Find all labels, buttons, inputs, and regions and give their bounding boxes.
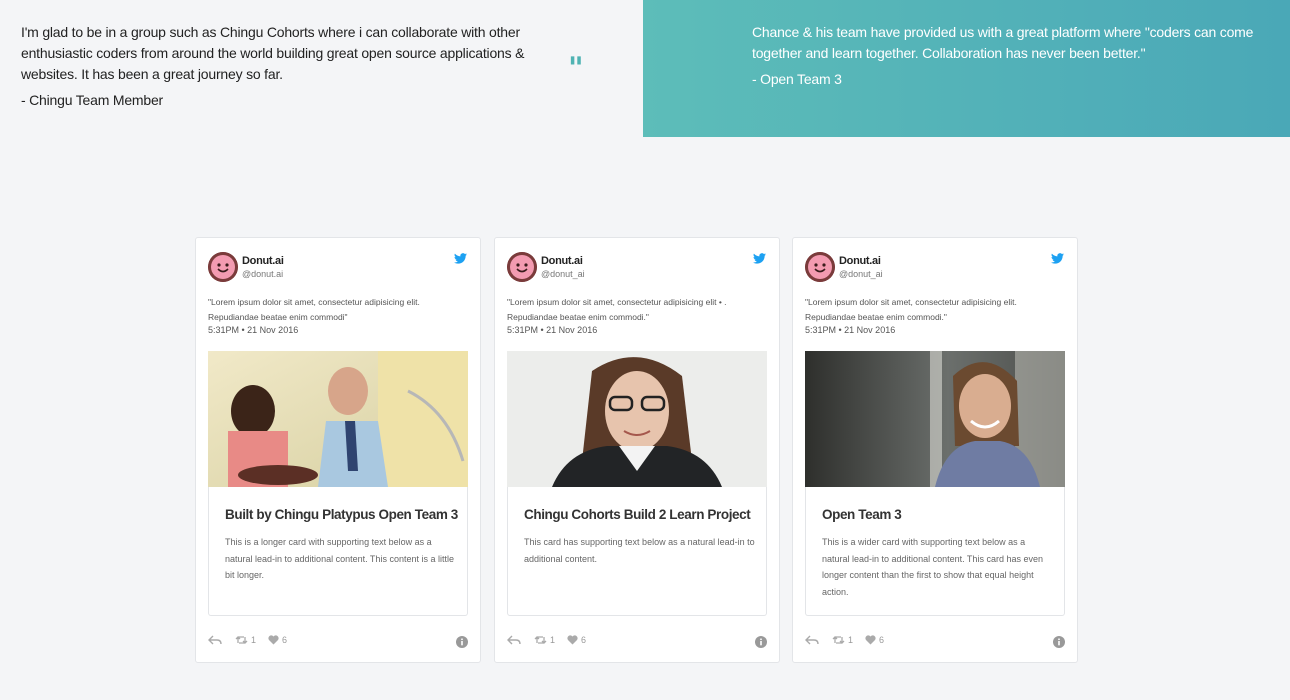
heart-icon xyxy=(567,635,578,645)
tweet-text: "Lorem ipsum dolor sit amet, consectetur… xyxy=(507,297,727,322)
testimonial-right: Chance & his team have provided us with … xyxy=(643,0,1290,137)
reply-icon xyxy=(208,635,222,645)
like-count: 6 xyxy=(282,635,288,645)
tweet-card: Donut.ai @donut.ai "Lorem ipsum dolor si… xyxy=(195,237,481,663)
tweet-timestamp[interactable]: 5:31PM • 21 Nov 2016 xyxy=(805,325,895,335)
retweet-button[interactable]: 1 xyxy=(235,635,256,645)
card-content: Built by Chingu Platypus Open Team 3 Thi… xyxy=(208,487,468,616)
info-icon xyxy=(456,636,468,648)
card-text: This card has supporting text below as a… xyxy=(524,537,755,564)
card-title[interactable]: Chingu Cohorts Build 2 Learn Project xyxy=(524,507,751,522)
reply-button[interactable] xyxy=(805,635,819,645)
info-button[interactable] xyxy=(1053,636,1065,648)
heart-icon xyxy=(268,635,279,645)
testimonial-author: - Chingu Team Member xyxy=(21,92,164,108)
like-count: 6 xyxy=(581,635,587,645)
twitter-icon[interactable] xyxy=(1051,253,1064,264)
woman-glasses-photo[interactable] xyxy=(507,351,767,487)
card-content: Open Team 3 This is a wider card with su… xyxy=(805,487,1065,616)
retweet-count: 1 xyxy=(550,635,556,645)
tweet-card: Donut.ai @donut_ai "Lorem ipsum dolor si… xyxy=(792,237,1078,663)
like-count: 6 xyxy=(879,635,885,645)
like-button[interactable]: 6 xyxy=(865,635,884,645)
reply-icon xyxy=(805,635,819,645)
info-button[interactable] xyxy=(456,636,468,648)
reply-button[interactable] xyxy=(507,635,521,645)
card-text: This is a wider card with supporting tex… xyxy=(822,537,1043,597)
retweet-icon xyxy=(534,636,547,644)
reply-icon xyxy=(507,635,521,645)
testimonials-section: I'm glad to be in a group such as Chingu… xyxy=(0,0,1290,137)
card-title[interactable]: Open Team 3 xyxy=(822,507,902,522)
tweet-timestamp[interactable]: 5:31PM • 21 Nov 2016 xyxy=(507,325,597,335)
retweet-icon xyxy=(832,636,845,644)
donut-avatar[interactable] xyxy=(507,252,537,282)
info-button[interactable] xyxy=(755,636,767,648)
testimonial-quote: Chance & his team have provided us with … xyxy=(752,24,1254,61)
info-icon xyxy=(1053,636,1065,648)
card-content: Chingu Cohorts Build 2 Learn Project Thi… xyxy=(507,487,767,616)
card-title[interactable]: Built by Chingu Platypus Open Team 3 xyxy=(225,507,458,522)
account-name[interactable]: Donut.ai xyxy=(242,255,284,267)
account-name[interactable]: Donut.ai xyxy=(541,255,583,267)
testimonial-quote: I'm glad to be in a group such as Chingu… xyxy=(21,24,525,82)
account-handle[interactable]: @donut_ai xyxy=(839,269,883,279)
testimonial-left: I'm glad to be in a group such as Chingu… xyxy=(0,0,643,137)
retweet-count: 1 xyxy=(251,635,257,645)
couple-cooking-photo[interactable] xyxy=(208,351,468,487)
tweet-text: "Lorem ipsum dolor sit amet, consectetur… xyxy=(208,297,420,322)
tweet-text: "Lorem ipsum dolor sit amet, consectetur… xyxy=(805,297,1017,322)
tweet-card: Donut.ai @donut_ai "Lorem ipsum dolor si… xyxy=(494,237,780,663)
woman-office-photo[interactable] xyxy=(805,351,1065,487)
retweet-button[interactable]: 1 xyxy=(534,635,555,645)
like-button[interactable]: 6 xyxy=(567,635,586,645)
tweet-actions: 1 6 xyxy=(208,635,470,649)
tweet-timestamp[interactable]: 5:31PM • 21 Nov 2016 xyxy=(208,325,298,335)
card-text: This is a longer card with supporting te… xyxy=(225,537,454,580)
retweet-button[interactable]: 1 xyxy=(832,635,853,645)
account-handle[interactable]: @donut.ai xyxy=(242,269,283,279)
twitter-icon[interactable] xyxy=(454,253,467,264)
tweet-actions: 1 6 xyxy=(507,635,769,649)
info-icon xyxy=(755,636,767,648)
testimonial-author: - Open Team 3 xyxy=(752,71,842,87)
tweet-actions: 1 6 xyxy=(805,635,1067,649)
like-button[interactable]: 6 xyxy=(268,635,287,645)
account-name[interactable]: Donut.ai xyxy=(839,255,881,267)
quote-mark-icon: " xyxy=(568,51,584,86)
retweet-icon xyxy=(235,636,248,644)
donut-avatar[interactable] xyxy=(805,252,835,282)
retweet-count: 1 xyxy=(848,635,854,645)
heart-icon xyxy=(865,635,876,645)
twitter-icon[interactable] xyxy=(753,253,766,264)
account-handle[interactable]: @donut_ai xyxy=(541,269,585,279)
reply-button[interactable] xyxy=(208,635,222,645)
donut-avatar[interactable] xyxy=(208,252,238,282)
